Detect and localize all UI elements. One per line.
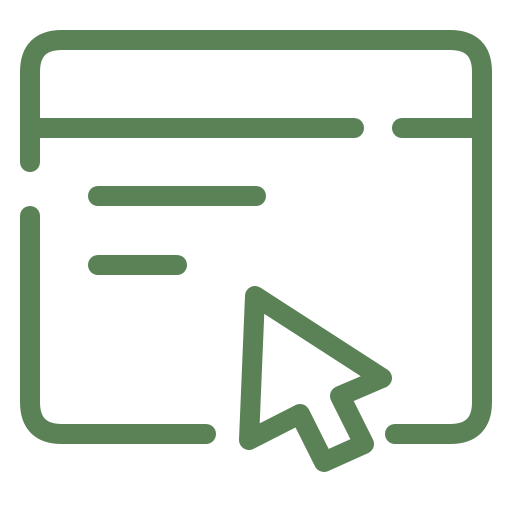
window-frame-bottom-left [20, 206, 216, 444]
browser-window-cursor-icon [20, 30, 492, 472]
icon-canvas [0, 0, 512, 512]
cursor-arrow-icon [239, 286, 392, 472]
